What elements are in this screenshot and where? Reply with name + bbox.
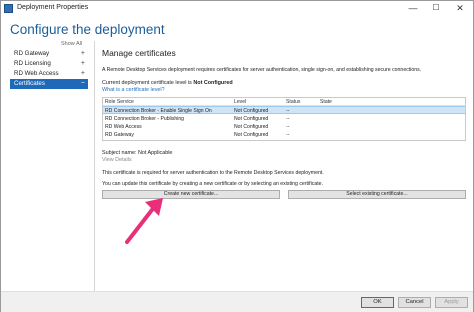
apply-button[interactable]: Apply (435, 297, 468, 308)
section-description: A Remote Desktop Services deployment req… (102, 67, 422, 73)
sidebar-item-rd-web-access[interactable]: RD Web Access + (10, 69, 88, 79)
sidebar-item-label: RD Gateway (14, 50, 50, 57)
cancel-button[interactable]: Cancel (398, 297, 431, 308)
cell-level: Not Configured (234, 116, 269, 122)
sidebar-item-rd-licensing[interactable]: RD Licensing + (10, 59, 88, 69)
cell-role: RD Web Access (105, 124, 142, 130)
certificate-level-value: Not Configured (193, 80, 233, 86)
expand-icon[interactable]: + (81, 59, 85, 69)
close-icon[interactable]: ✕ (449, 1, 471, 16)
deployment-properties-window: Deployment Properties — ☐ ✕ Configure th… (0, 0, 474, 312)
nav-divider (94, 41, 95, 291)
cell-role: RD Connection Broker - Enable Single Sig… (105, 108, 212, 114)
show-all-link[interactable]: Show All (61, 41, 82, 47)
cell-level: Not Configured (234, 132, 269, 138)
cell-level: Not Configured (234, 108, 269, 114)
certificates-table: Role Service Level Status State RD Conne… (102, 97, 466, 141)
certificate-requirement-note: This certificate is required for server … (102, 170, 324, 176)
certificate-update-note: You can update this certificate by creat… (102, 181, 323, 187)
table-header: Role Service Level Status State (103, 98, 465, 106)
column-header-role-service[interactable]: Role Service (105, 99, 134, 105)
column-header-state[interactable]: State (320, 99, 332, 105)
dialog-footer: OK Cancel Apply (1, 291, 473, 312)
cell-status: -- (286, 132, 290, 138)
table-row[interactable]: RD Connection Broker - Publishing Not Co… (103, 115, 465, 123)
pointer-arrow-annotation (125, 198, 163, 244)
cell-role: RD Gateway (105, 132, 134, 138)
cell-status: -- (286, 108, 290, 114)
sidebar-item-label: RD Web Access (14, 70, 59, 77)
sidebar-nav: RD Gateway + RD Licensing + RD Web Acces… (10, 49, 88, 89)
collapse-icon[interactable]: − (81, 79, 85, 89)
view-details-link: View Details (102, 157, 132, 163)
expand-icon[interactable]: + (81, 49, 85, 59)
cell-role: RD Connection Broker - Publishing (105, 116, 184, 122)
sidebar-item-certificates[interactable]: Certificates − (10, 79, 88, 89)
table-row[interactable]: RD Gateway Not Configured -- (103, 131, 465, 139)
sidebar-item-label: Certificates (14, 80, 45, 87)
column-header-status[interactable]: Status (286, 99, 300, 105)
page-title: Configure the deployment (10, 22, 165, 37)
certificate-level-line: Current deployment certificate level is … (102, 80, 233, 86)
subject-name: Subject name: Not Applicable (102, 150, 173, 156)
ok-button[interactable]: OK (361, 297, 394, 308)
sidebar-item-rd-gateway[interactable]: RD Gateway + (10, 49, 88, 59)
table-row[interactable]: RD Connection Broker - Enable Single Sig… (103, 106, 465, 114)
sidebar-item-label: RD Licensing (14, 60, 51, 67)
table-row[interactable]: RD Web Access Not Configured -- (103, 123, 465, 131)
window-title: Deployment Properties (17, 4, 89, 11)
section-title: Manage certificates (102, 48, 176, 58)
maximize-icon[interactable]: ☐ (425, 1, 447, 16)
title-bar: Deployment Properties — ☐ ✕ (1, 1, 473, 17)
cell-level: Not Configured (234, 124, 269, 130)
cell-status: -- (286, 124, 290, 130)
minimize-icon[interactable]: — (402, 1, 424, 16)
certificate-level-help-link[interactable]: What is a certificate level? (102, 87, 165, 93)
certificate-level-prefix: Current deployment certificate level is (102, 80, 192, 86)
cell-status: -- (286, 116, 290, 122)
select-existing-certificate-button[interactable]: Select existing certificate... (288, 190, 466, 199)
expand-icon[interactable]: + (81, 69, 85, 79)
app-icon (4, 4, 13, 13)
column-header-level[interactable]: Level (234, 99, 246, 105)
